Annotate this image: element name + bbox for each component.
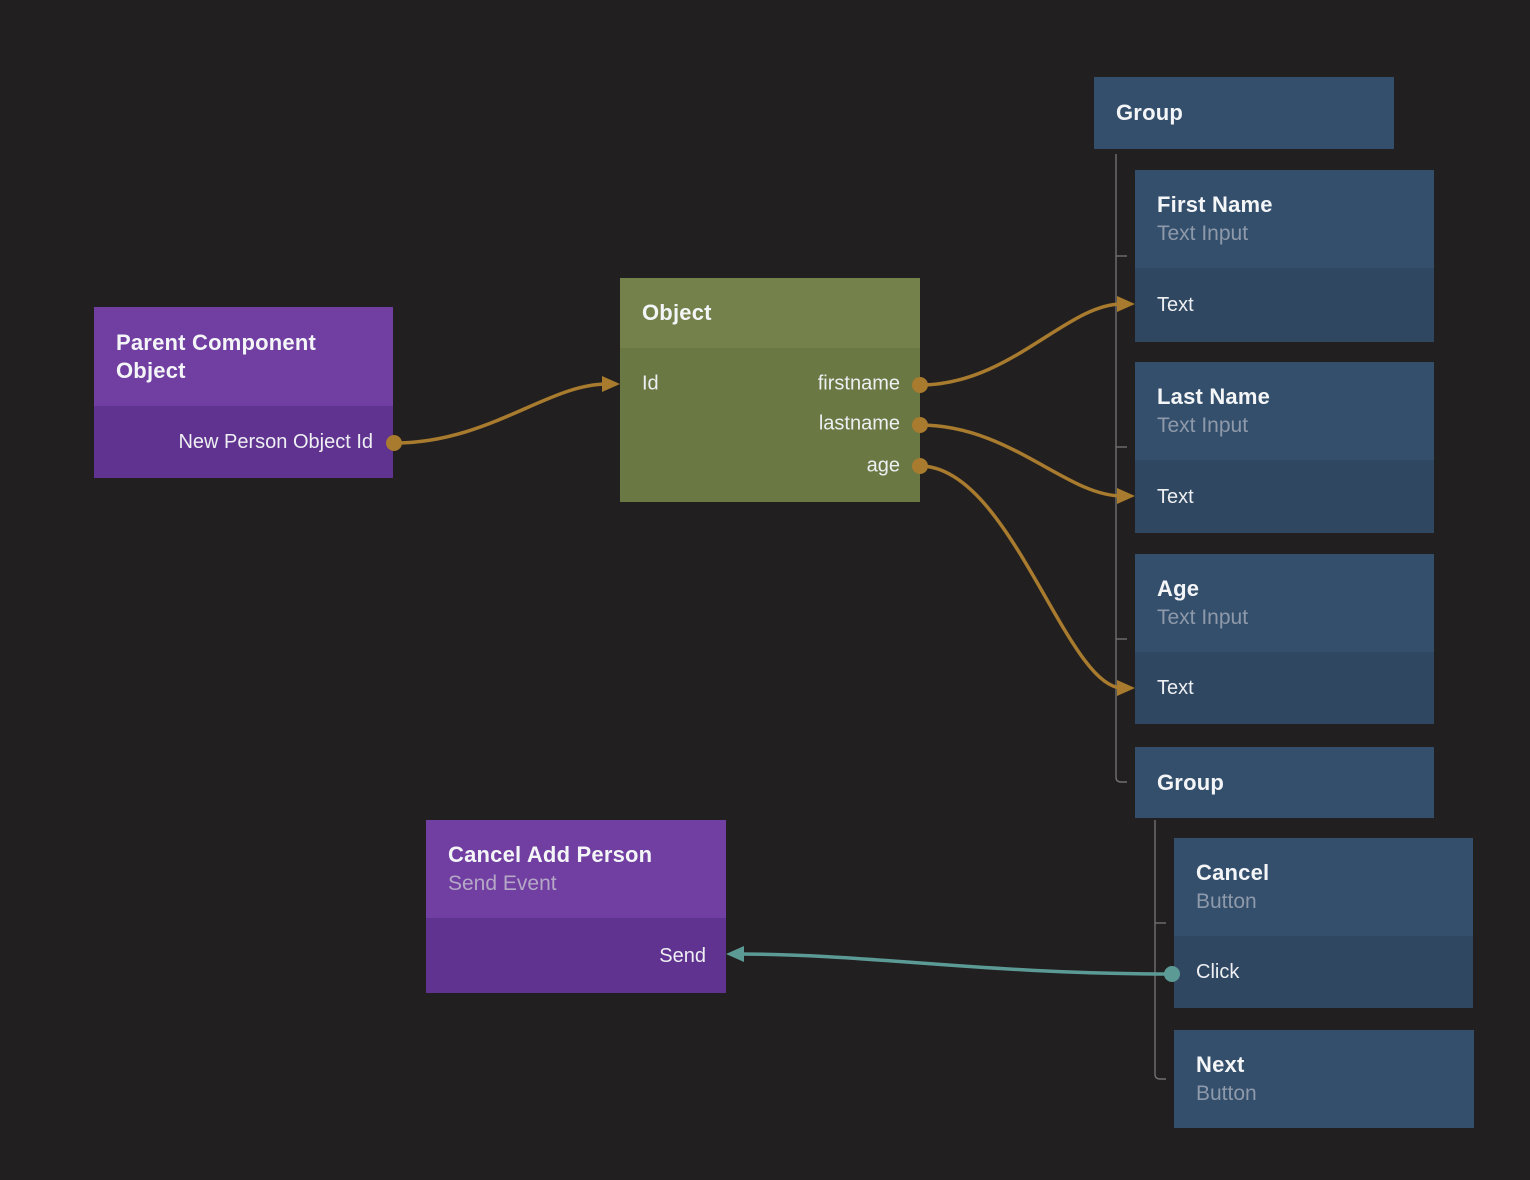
node-last-name-header[interactable]: Last Name Text Input xyxy=(1135,362,1434,460)
node-title: First Name xyxy=(1157,191,1412,219)
node-title: Next xyxy=(1196,1051,1452,1079)
node-subtitle: Send Event xyxy=(448,870,704,897)
port-label: Text xyxy=(1157,293,1194,317)
node-subtitle: Text Input xyxy=(1157,604,1412,631)
node-parent-component-ports: New Person Object Id xyxy=(94,406,393,478)
node-cancel-add-person-ports: Send xyxy=(426,918,726,993)
tree-line-group-outer-trunk xyxy=(1116,154,1127,782)
node-object-ports: Id firstname lastname age xyxy=(620,348,920,502)
node-cancel-button[interactable]: Cancel Button Click xyxy=(1174,838,1473,1008)
node-title: Group xyxy=(1157,769,1412,797)
port-send[interactable]: Send xyxy=(426,918,726,993)
node-cancel-button-ports: Click xyxy=(1174,936,1473,1008)
port-first-name-text[interactable]: Text xyxy=(1135,268,1434,342)
port-new-person-object-id[interactable]: New Person Object Id xyxy=(94,406,393,478)
node-title: Cancel Add Person xyxy=(448,841,704,869)
port-cancel-click[interactable]: Click xyxy=(1174,936,1473,1008)
node-parent-component-object[interactable]: Parent Component Object New Person Objec… xyxy=(94,307,393,478)
node-age[interactable]: Age Text Input Text xyxy=(1135,554,1434,724)
node-editor-canvas[interactable]: { "colors": { "background": "#211f20", "… xyxy=(0,0,1530,1180)
port-label: New Person Object Id xyxy=(178,430,373,454)
node-cancel-add-person-header[interactable]: Cancel Add Person Send Event xyxy=(426,820,726,918)
node-title: Last Name xyxy=(1157,383,1412,411)
port-label: Click xyxy=(1196,960,1239,984)
port-object-lastname[interactable]: lastname xyxy=(819,413,900,436)
node-group-outer-header[interactable]: Group xyxy=(1094,77,1394,149)
node-last-name-ports: Text xyxy=(1135,460,1434,533)
node-first-name[interactable]: First Name Text Input Text xyxy=(1135,170,1434,342)
node-title: Object xyxy=(642,299,898,327)
node-subtitle: Text Input xyxy=(1157,220,1412,247)
port-label: Send xyxy=(659,944,706,968)
node-next-button-header[interactable]: Next Button xyxy=(1174,1030,1474,1128)
port-age-text[interactable]: Text xyxy=(1135,652,1434,724)
node-subtitle: Text Input xyxy=(1157,412,1412,439)
node-title: Parent Component Object xyxy=(116,329,371,385)
arrowhead-object-age-to-age-text xyxy=(1117,680,1135,696)
wire-object-age-to-age-text[interactable] xyxy=(920,466,1122,688)
node-object[interactable]: Object Id firstname lastname age xyxy=(620,278,920,502)
wire-object-firstname-to-first-name-text[interactable] xyxy=(920,304,1122,385)
node-cancel-button-header[interactable]: Cancel Button xyxy=(1174,838,1473,936)
arrowhead-new-person-object-id-to-object-id xyxy=(602,376,620,392)
wire-cancel-click-to-send[interactable] xyxy=(739,954,1172,974)
port-object-age[interactable]: age xyxy=(867,455,900,478)
node-first-name-header[interactable]: First Name Text Input xyxy=(1135,170,1434,268)
port-object-id[interactable]: Id xyxy=(642,373,659,396)
tree-line-group-inner-trunk xyxy=(1155,820,1166,1079)
node-age-ports: Text xyxy=(1135,652,1434,724)
port-last-name-text[interactable]: Text xyxy=(1135,460,1434,533)
node-parent-component-header[interactable]: Parent Component Object xyxy=(94,307,393,406)
wire-object-lastname-to-last-name-text[interactable] xyxy=(920,425,1122,496)
port-object-firstname[interactable]: firstname xyxy=(818,373,900,396)
node-first-name-ports: Text xyxy=(1135,268,1434,342)
node-group-outer[interactable]: Group xyxy=(1094,77,1394,149)
arrowhead-object-lastname-to-last-name-text xyxy=(1117,488,1135,504)
node-group-inner-header[interactable]: Group xyxy=(1135,747,1434,818)
port-label: Text xyxy=(1157,676,1194,700)
node-group-inner[interactable]: Group xyxy=(1135,747,1434,818)
port-label: Text xyxy=(1157,485,1194,509)
node-subtitle: Button xyxy=(1196,888,1451,915)
node-next-button[interactable]: Next Button xyxy=(1174,1030,1474,1128)
node-last-name[interactable]: Last Name Text Input Text xyxy=(1135,362,1434,533)
node-title: Age xyxy=(1157,575,1412,603)
node-title: Group xyxy=(1116,99,1372,127)
arrowhead-object-firstname-to-first-name-text xyxy=(1117,296,1135,312)
node-object-header[interactable]: Object xyxy=(620,278,920,348)
node-cancel-add-person[interactable]: Cancel Add Person Send Event Send xyxy=(426,820,726,993)
node-subtitle: Button xyxy=(1196,1080,1452,1107)
arrowhead-cancel-click-to-send xyxy=(726,946,744,962)
node-age-header[interactable]: Age Text Input xyxy=(1135,554,1434,652)
node-title: Cancel xyxy=(1196,859,1451,887)
wire-new-person-object-id-to-object-id[interactable] xyxy=(394,384,607,443)
